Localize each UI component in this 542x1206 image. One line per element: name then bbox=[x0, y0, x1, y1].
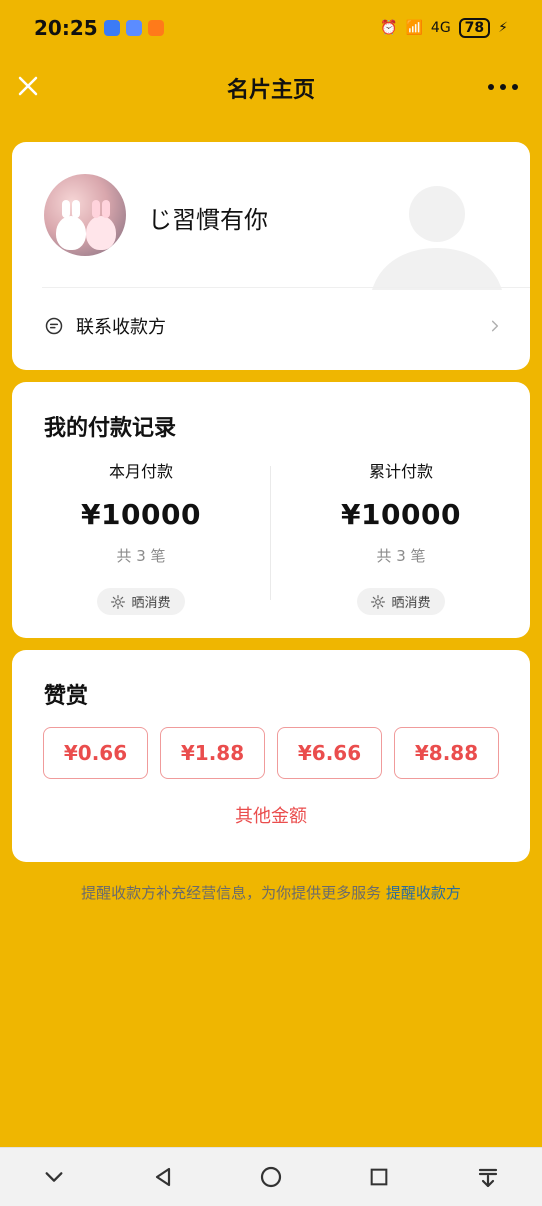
footer-text: 提醒收款方补充经营信息，为你提供更多服务 bbox=[81, 884, 382, 902]
divider bbox=[42, 287, 530, 288]
profile-card: じ習慣有你 联系收款方 bbox=[12, 142, 530, 370]
footer-tip: 提醒收款方补充经营信息，为你提供更多服务 提醒收款方 bbox=[0, 882, 542, 903]
month-label: 本月付款 bbox=[108, 462, 173, 481]
tip-option-button[interactable]: ¥1.88 bbox=[160, 727, 265, 779]
status-right: ⏰ 📶 4G 78 ⚡ bbox=[380, 18, 508, 38]
status-time: 20:25 bbox=[34, 16, 98, 40]
signal-icon: 4G bbox=[430, 20, 451, 36]
close-icon[interactable] bbox=[16, 74, 40, 98]
charging-icon: ⚡ bbox=[498, 20, 508, 36]
month-amount: ¥10000 bbox=[81, 498, 201, 531]
tip-option-button[interactable]: ¥8.88 bbox=[394, 727, 499, 779]
sun-icon bbox=[111, 594, 126, 609]
page-title: 名片主页 bbox=[226, 78, 315, 103]
recents-icon[interactable] bbox=[365, 1163, 393, 1191]
contact-label: 联系收款方 bbox=[76, 317, 166, 338]
tip-option-button[interactable]: ¥0.66 bbox=[43, 727, 148, 779]
status-left: 20:25 bbox=[34, 16, 164, 40]
remind-payee-link[interactable]: 提醒收款方 bbox=[386, 884, 461, 902]
app-icon bbox=[125, 20, 142, 36]
month-payment-column: 本月付款 ¥10000 共 3 笔 晒消费 bbox=[12, 458, 270, 615]
chevron-down-icon[interactable] bbox=[40, 1163, 68, 1191]
chevron-right-icon bbox=[491, 320, 499, 332]
share-spend-label: 晒消费 bbox=[131, 596, 171, 611]
alarm-icon: ⏰ bbox=[380, 20, 398, 36]
total-payment-column: 累计付款 ¥10000 共 3 笔 晒消费 bbox=[272, 458, 530, 615]
wifi-icon: 📶 bbox=[405, 20, 423, 36]
tip-card: 赞赏 ¥0.66 ¥1.88 ¥6.66 ¥8.88 其他金额 bbox=[12, 650, 530, 862]
navbar: 名片主页 bbox=[0, 60, 542, 116]
sun-icon bbox=[371, 594, 386, 609]
column-divider bbox=[270, 466, 271, 600]
more-icon[interactable] bbox=[488, 84, 518, 90]
share-spend-label: 晒消费 bbox=[391, 596, 431, 611]
chat-icon bbox=[45, 317, 63, 335]
total-label: 累计付款 bbox=[368, 462, 433, 481]
share-spend-button[interactable]: 晒消费 bbox=[97, 588, 185, 615]
tip-title: 赞赏 bbox=[44, 684, 89, 709]
payment-records-card: 我的付款记录 本月付款 ¥10000 共 3 笔 晒消费 累计付款 ¥10000… bbox=[12, 382, 530, 638]
user-name: じ習慣有你 bbox=[148, 206, 268, 234]
total-amount: ¥10000 bbox=[341, 498, 461, 531]
tip-option-button[interactable]: ¥6.66 bbox=[277, 727, 382, 779]
contact-payee-row[interactable]: 联系收款方 bbox=[44, 308, 502, 344]
back-icon[interactable] bbox=[149, 1163, 177, 1191]
share-spend-button[interactable]: 晒消费 bbox=[357, 588, 445, 615]
download-tray-icon[interactable] bbox=[474, 1163, 502, 1191]
total-count: 共 3 笔 bbox=[376, 547, 426, 565]
other-amount-link[interactable]: 其他金额 bbox=[12, 802, 530, 828]
home-icon[interactable] bbox=[257, 1163, 285, 1191]
profile-silhouette-icon bbox=[372, 186, 502, 290]
app-icon bbox=[147, 20, 164, 36]
app-icon bbox=[103, 20, 120, 36]
tip-options: ¥0.66 ¥1.88 ¥6.66 ¥8.88 bbox=[43, 727, 499, 779]
month-count: 共 3 笔 bbox=[116, 547, 166, 565]
system-nav-bar bbox=[0, 1147, 542, 1206]
records-title: 我的付款记录 bbox=[44, 416, 177, 441]
avatar bbox=[44, 174, 126, 256]
battery-indicator: 78 bbox=[458, 18, 491, 38]
status-bar: 20:25 ⏰ 📶 4G 78 ⚡ bbox=[0, 0, 542, 56]
